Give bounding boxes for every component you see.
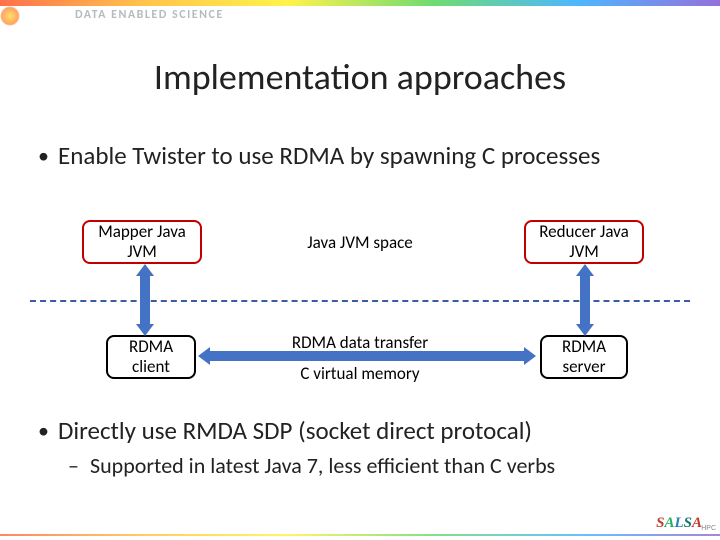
arrow-mapper-client-head-down: [136, 324, 154, 336]
corner-glow-icon: [0, 6, 20, 26]
bullet-rdma-sdp-text: Directly use RMDA SDP (socket direct pro…: [58, 415, 690, 446]
mapper-jvm-label: Mapper Java JVM: [90, 222, 194, 261]
c-virtual-memory-label: C virtual memory: [260, 363, 460, 384]
arrow-mapper-client: [140, 276, 150, 326]
jvm-c-divider: [30, 300, 690, 302]
subbullet-java7-text: Supported in latest Java 7, less efficie…: [90, 452, 692, 479]
bullet-enable-twister-text: Enable Twister to use RDMA by spawning C…: [58, 140, 680, 171]
rainbow-bottom-bar: [0, 534, 720, 536]
arrow-client-server-head-left: [198, 347, 210, 365]
jvm-space-label: Java JVM space: [260, 232, 460, 253]
arrow-reducer-server-head-up: [576, 264, 594, 276]
bullet-rdma-sdp: Directly use RMDA SDP (socket direct pro…: [40, 415, 690, 446]
rdma-client-label: RDMA client: [114, 337, 188, 376]
brand-text: Data Enabled Science: [75, 8, 224, 22]
salsa-logo: SALSA: [656, 515, 702, 532]
rdma-server-box: RDMA server: [540, 335, 628, 379]
subbullet-java7: Supported in latest Java 7, less efficie…: [72, 452, 692, 479]
arrow-reducer-server: [580, 276, 590, 326]
rdma-client-box: RDMA client: [106, 335, 196, 379]
arrow-client-server: [210, 351, 526, 361]
bullet-enable-twister: Enable Twister to use RDMA by spawning C…: [40, 140, 680, 171]
arrow-reducer-server-head-down: [576, 324, 594, 336]
mapper-jvm-box: Mapper Java JVM: [82, 220, 202, 264]
reducer-jvm-label: Reducer Java JVM: [532, 222, 636, 261]
slide-title: Implementation approaches: [0, 55, 720, 99]
architecture-diagram: Mapper Java JVM Reducer Java JVM Java JV…: [0, 220, 720, 395]
salsa-sublabel: HPC: [701, 525, 716, 532]
rainbow-top-bar: [0, 0, 720, 6]
rdma-transfer-label: RDMA data transfer: [260, 332, 460, 353]
rdma-server-label: RDMA server: [548, 337, 620, 376]
reducer-jvm-box: Reducer Java JVM: [524, 220, 644, 264]
arrow-client-server-head-right: [524, 347, 536, 365]
arrow-mapper-client-head-up: [136, 264, 154, 276]
